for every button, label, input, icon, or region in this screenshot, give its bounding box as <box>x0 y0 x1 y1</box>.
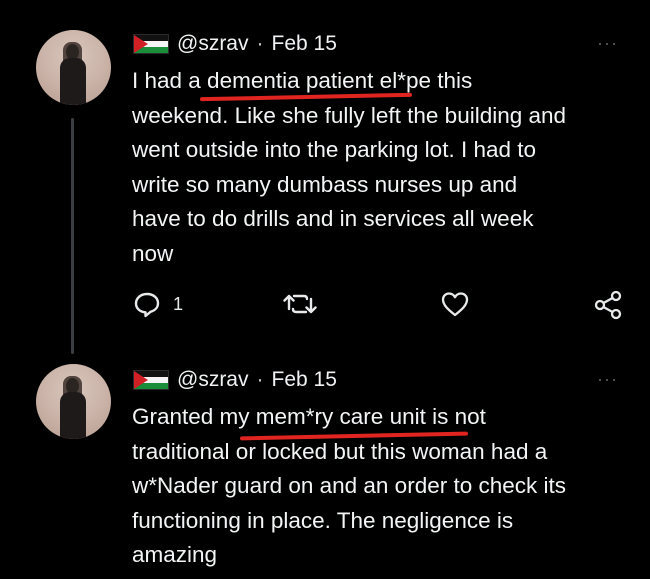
tweet-line: have to do drills and in services all we… <box>132 206 534 231</box>
tweet-line: write so many dumbass nurses up and <box>132 171 518 197</box>
tweet-date[interactable]: Feb 15 <box>272 368 337 392</box>
tweet-1[interactable]: @szrav · Feb 15 ··· I had a dementia pat… <box>0 0 650 350</box>
tweet-2[interactable]: @szrav · Feb 15 ··· Granted my mem*ry ca… <box>0 350 650 579</box>
palestine-flag-icon <box>133 370 169 390</box>
tweet-header: @szrav · Feb 15 <box>133 30 337 58</box>
tweet-line: now <box>132 240 174 266</box>
reply-count: 1 <box>173 293 184 314</box>
retweet-button[interactable] <box>283 290 317 318</box>
tweet-line: Granted my mem*ry care unit is not <box>132 404 486 429</box>
tweet-line: went outside into the parking lot. I had… <box>132 137 537 162</box>
retweet-icon <box>283 294 317 314</box>
tweet-line: weekend. Like she fully left the buildin… <box>132 102 567 128</box>
tweet-line: traditional or locked but this woman had… <box>132 438 548 464</box>
tweet-line: amazing <box>132 542 218 567</box>
tweet-text: Granted my mem*ry care unit is not tradi… <box>132 400 632 573</box>
share-icon <box>594 290 622 320</box>
tweet-actions: 1 <box>133 290 623 324</box>
more-options-icon[interactable]: ··· <box>597 369 618 390</box>
avatar[interactable] <box>36 364 111 439</box>
reply-button[interactable]: 1 <box>133 290 183 318</box>
tweet-date[interactable]: Feb 15 <box>272 32 337 56</box>
tweet-line: functioning in place. The negligence is <box>132 507 514 533</box>
heart-icon <box>441 292 469 317</box>
separator: · <box>256 32 264 55</box>
palestine-flag-icon <box>133 34 169 54</box>
tweet-line: w*Nader guard on and an order to check i… <box>132 473 567 498</box>
user-handle[interactable]: @szrav <box>177 368 249 392</box>
separator: · <box>256 368 264 391</box>
reply-icon <box>134 292 160 318</box>
user-handle[interactable]: @szrav <box>177 32 249 56</box>
tweet-header: @szrav · Feb 15 <box>133 366 337 394</box>
share-button[interactable] <box>593 290 623 320</box>
avatar[interactable] <box>36 30 111 105</box>
more-options-icon[interactable]: ··· <box>597 33 618 54</box>
like-button[interactable] <box>440 290 470 318</box>
